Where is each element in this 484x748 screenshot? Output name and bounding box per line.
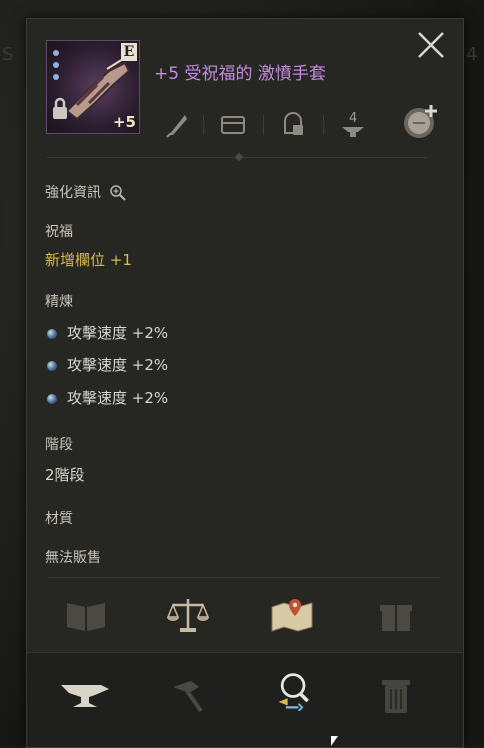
- gem-icon: [47, 360, 57, 371]
- enhance-info-row[interactable]: 強化資訊: [45, 182, 127, 202]
- tier-label: 階段: [45, 437, 73, 453]
- trash-icon[interactable]: [373, 675, 419, 715]
- enhance-info-label: 強化資訊: [45, 185, 101, 201]
- blessing-value: 新增欄位 +1: [45, 251, 132, 269]
- add-chat-icon[interactable]: [401, 101, 441, 141]
- quill-icon[interactable]: [163, 109, 191, 139]
- grade-badge: E: [121, 43, 137, 61]
- footer-divider: [47, 577, 441, 578]
- lock-refine-icon[interactable]: [279, 109, 307, 139]
- gem-icon: [47, 328, 57, 339]
- background-glyph: 4: [466, 44, 478, 65]
- refine-stat: 攻擊速度 +2%: [47, 322, 168, 343]
- gem-icon: [47, 393, 57, 404]
- background-glyph: S: [2, 44, 14, 65]
- anvil-icon[interactable]: [59, 675, 111, 715]
- divider-ornament: [234, 152, 244, 162]
- item-option-icons: 4: [157, 105, 447, 143]
- refine-stat: 攻擊速度 +2%: [47, 387, 168, 408]
- anvil-4-icon[interactable]: 4: [339, 109, 367, 139]
- trade-status: 無法販售: [45, 550, 101, 566]
- book-icon[interactable]: [63, 595, 109, 635]
- zoom-in-icon[interactable]: [109, 184, 127, 202]
- item-tooltip-panel: E +5 +5 受祝福的 激憤手套 4 強化資訊 祝福 新增欄位 +1 精煉 攻…: [26, 18, 464, 748]
- item-name: +5 受祝福的 激憤手套: [154, 64, 326, 84]
- gift-box-icon[interactable]: [373, 595, 419, 635]
- close-icon[interactable]: [415, 29, 447, 61]
- hammer-icon[interactable]: [165, 675, 211, 715]
- action-bar: [27, 652, 463, 747]
- refine-label: 精煉: [45, 294, 73, 310]
- svg-text:4: 4: [349, 111, 357, 126]
- chest-icon[interactable]: [219, 109, 247, 139]
- scale-icon[interactable]: [165, 595, 211, 635]
- map-icon[interactable]: [269, 595, 315, 635]
- mouse-cursor: [331, 736, 338, 746]
- enhance-level: +5: [112, 113, 136, 131]
- tier-value: 2階段: [45, 466, 85, 484]
- refine-stat: 攻擊速度 +2%: [47, 354, 168, 375]
- blessing-label: 祝福: [45, 224, 73, 240]
- item-portrait: E +5: [46, 40, 140, 134]
- magnify-swap-icon[interactable]: [271, 671, 317, 711]
- material-label: 材質: [45, 511, 73, 527]
